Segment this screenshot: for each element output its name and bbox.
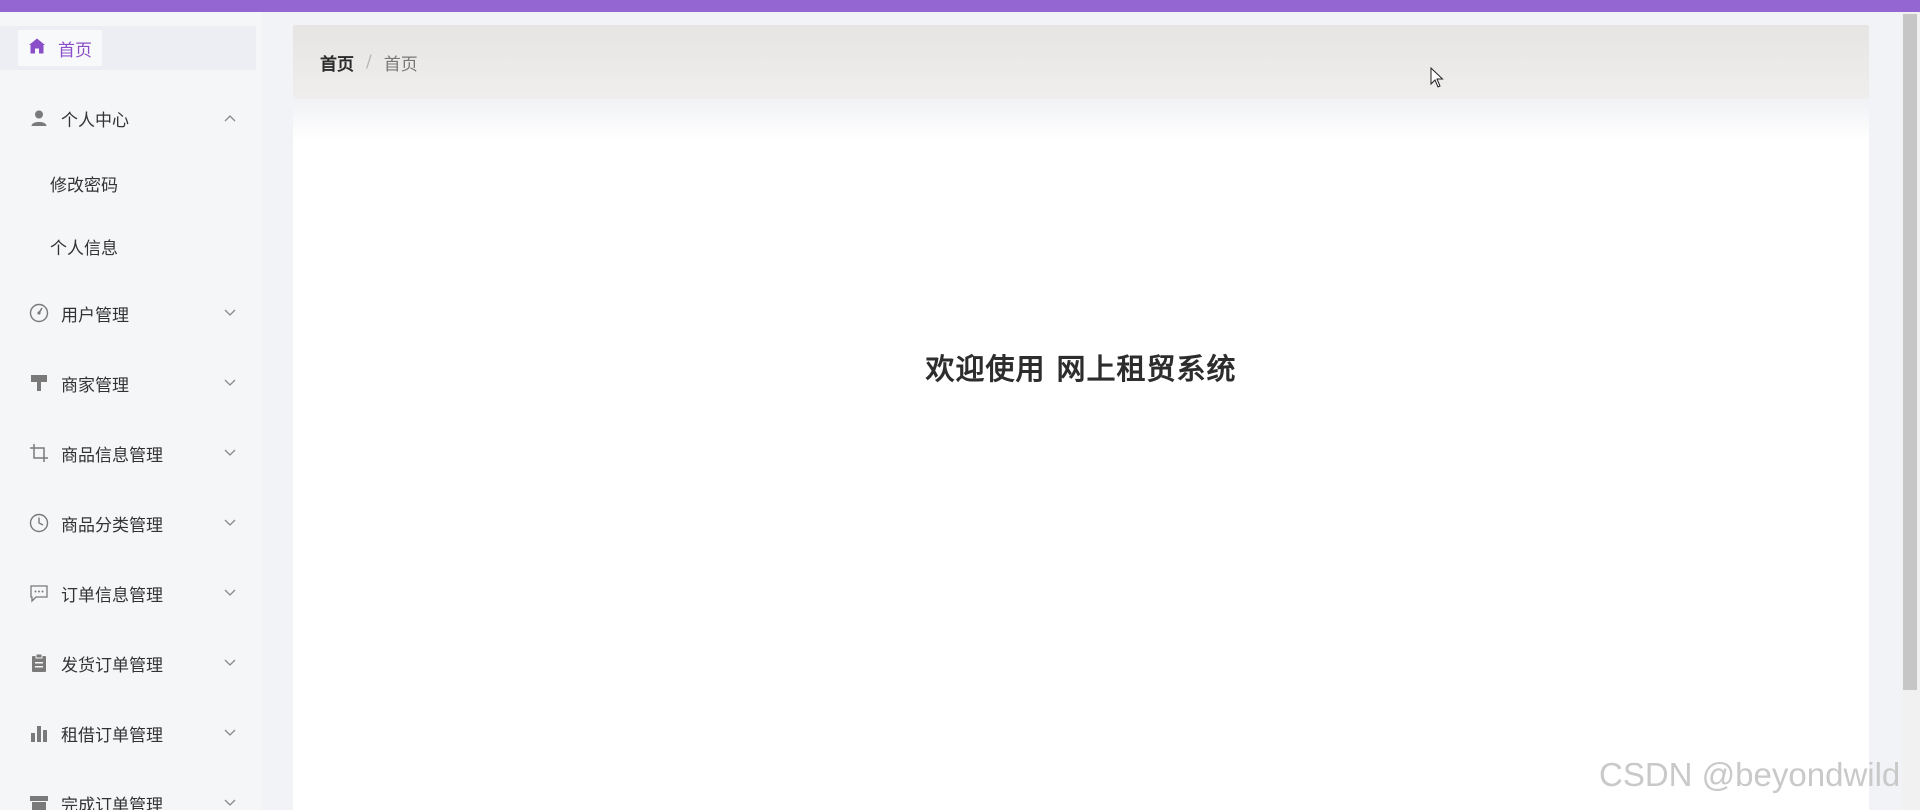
chevron-up-icon (222, 110, 238, 126)
mouse-cursor-icon (1430, 67, 1444, 88)
chevron-down-icon (222, 585, 238, 601)
sidebar-item-label: 商家管理 (61, 375, 129, 396)
sidebar-item-completed-order-management[interactable]: 完成订单管理 (0, 781, 262, 810)
brush-icon (28, 372, 50, 394)
sidebar-subitem-label: 修改密码 (50, 175, 118, 196)
watermark: CSDN @beyondwild (1599, 756, 1901, 793)
chat-icon (28, 582, 50, 604)
dashboard-icon (28, 302, 50, 324)
main-content: 欢迎使用 网上租贸系统 (293, 101, 1869, 810)
chevron-down-icon (222, 445, 238, 461)
chevron-down-icon (222, 515, 238, 531)
breadcrumb-home-link[interactable]: 首页 (320, 50, 354, 75)
chevron-down-icon (222, 305, 238, 321)
bar-chart-icon (28, 722, 50, 744)
breadcrumb: 首页 / 首页 (293, 25, 1869, 99)
clipboard-icon (28, 652, 50, 674)
sidebar-subitem-personal-info[interactable]: 个人信息 (0, 224, 262, 268)
sidebar-item-shipping-order-management[interactable]: 发货订单管理 (0, 641, 262, 685)
welcome-title: 欢迎使用 网上租贸系统 (925, 352, 1237, 386)
sidebar-item-home[interactable]: 首页 (0, 26, 256, 70)
sidebar-item-order-info-management[interactable]: 订单信息管理 (0, 571, 262, 615)
sidebar-item-label: 首页 (58, 40, 92, 61)
crop-icon (28, 442, 50, 464)
sidebar-item-label: 完成订单管理 (61, 795, 163, 810)
clock-icon (28, 512, 50, 534)
sidebar-item-rental-order-management[interactable]: 租借订单管理 (0, 711, 262, 755)
sidebar-item-product-category-management[interactable]: 商品分类管理 (0, 501, 262, 545)
sidebar-item-personal-center[interactable]: 个人中心 (0, 96, 262, 140)
scrollbar-thumb[interactable] (1903, 14, 1917, 690)
sidebar: 首页 个人中心 修改密码 个人信息 用户管理 商家管理 商品信息管理 商品分类管… (0, 12, 262, 810)
sidebar-item-product-info-management[interactable]: 商品信息管理 (0, 431, 262, 475)
user-icon (28, 107, 50, 129)
top-accent-bar (0, 0, 1920, 12)
sidebar-item-user-management[interactable]: 用户管理 (0, 291, 262, 335)
chevron-down-icon (222, 795, 238, 810)
chevron-down-icon (222, 725, 238, 741)
sidebar-item-label: 商品信息管理 (61, 445, 163, 466)
sidebar-item-label: 租借订单管理 (61, 725, 163, 746)
chevron-down-icon (222, 655, 238, 671)
sidebar-subitem-change-password[interactable]: 修改密码 (0, 161, 262, 205)
breadcrumb-separator: / (366, 52, 372, 72)
sidebar-subitem-label: 个人信息 (50, 238, 118, 259)
sidebar-item-label: 个人中心 (61, 110, 129, 131)
sidebar-item-label: 用户管理 (61, 305, 129, 326)
sidebar-item-merchant-management[interactable]: 商家管理 (0, 361, 262, 405)
sidebar-item-label: 商品分类管理 (61, 515, 163, 536)
sidebar-item-label: 发货订单管理 (61, 655, 163, 676)
home-icon (28, 37, 46, 60)
chevron-down-icon (222, 375, 238, 391)
sidebar-item-label: 订单信息管理 (61, 585, 163, 606)
breadcrumb-current: 首页 (383, 54, 418, 75)
store-icon (28, 792, 50, 810)
